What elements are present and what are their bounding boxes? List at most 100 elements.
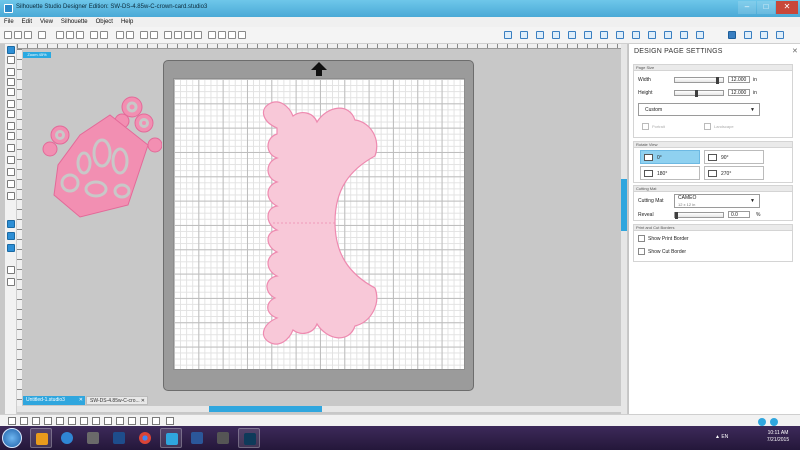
clock[interactable]: 10:11 AM 7/21/2015	[758, 430, 798, 444]
horizontal-scroll-thumb[interactable]	[209, 406, 322, 412]
shapes-icon[interactable]	[552, 31, 560, 39]
zoom-out-icon[interactable]	[174, 31, 182, 39]
cut-settings-icon[interactable]	[520, 31, 528, 39]
line-panel-icon[interactable]	[600, 31, 608, 39]
minimize-button[interactable]: –	[738, 1, 756, 14]
paste-icon[interactable]	[76, 31, 84, 39]
offset-icon[interactable]	[664, 31, 672, 39]
tab-close-icon[interactable]: ✕	[141, 397, 145, 406]
width-input[interactable]: 12.000	[728, 76, 750, 83]
maximize-button[interactable]: □	[757, 1, 775, 14]
compound-icon[interactable]	[80, 417, 88, 425]
panel-settings-icon[interactable]	[758, 418, 766, 426]
line-tool-icon[interactable]	[7, 68, 15, 76]
taskbar-app[interactable]	[108, 428, 130, 448]
duplicate-icon[interactable]	[20, 417, 28, 425]
library-icon[interactable]	[696, 31, 704, 39]
hand-icon[interactable]	[150, 31, 158, 39]
width-slider-knob[interactable]	[716, 77, 719, 84]
cut-panel-icon[interactable]	[776, 31, 784, 39]
taskbar-silhouette[interactable]	[160, 428, 182, 448]
more-icon[interactable]	[152, 417, 160, 425]
zoom-select-icon[interactable]	[184, 31, 192, 39]
line-style-icon[interactable]	[228, 31, 236, 39]
menu-object[interactable]: Object	[96, 19, 113, 25]
print-icon[interactable]	[38, 31, 46, 39]
crown-design[interactable]	[40, 95, 162, 220]
rotate-180-option[interactable]: 180°	[640, 166, 700, 180]
redo-icon[interactable]	[100, 31, 108, 39]
eraser-tool-icon[interactable]	[7, 156, 15, 164]
replicate-icon[interactable]	[632, 31, 640, 39]
preview-toggle-icon[interactable]	[7, 278, 15, 286]
tab-untitled[interactable]: Untitled-1.studio3 ✕	[23, 396, 85, 405]
zoom-in-icon[interactable]	[164, 31, 172, 39]
open-icon[interactable]	[14, 31, 22, 39]
library-tool-icon[interactable]	[7, 220, 15, 228]
group-icon[interactable]	[116, 31, 124, 39]
lock-icon[interactable]	[116, 417, 124, 425]
store-icon[interactable]	[744, 31, 752, 39]
landscape-option[interactable]: Landscape	[702, 121, 760, 133]
history-icon[interactable]	[166, 417, 174, 425]
rotate-icon[interactable]	[44, 417, 52, 425]
settings-icon[interactable]	[140, 417, 148, 425]
eyedropper-tool-icon[interactable]	[7, 192, 15, 200]
delete-icon[interactable]	[32, 417, 40, 425]
rotate-270-option[interactable]: 270°	[704, 166, 764, 180]
panel-help-icon[interactable]	[770, 418, 778, 426]
height-input[interactable]: 12.000	[728, 89, 750, 96]
taskbar-word[interactable]	[186, 428, 208, 448]
modify-icon[interactable]	[648, 31, 656, 39]
vertical-scrollbar[interactable]	[621, 44, 627, 414]
system-tray[interactable]: ▲ EN	[715, 434, 728, 440]
menu-edit[interactable]: Edit	[22, 19, 32, 25]
text-style-icon[interactable]	[568, 31, 576, 39]
cutting-mat-dropdown[interactable]: CAMEO 12 x 12 in ▼	[674, 194, 760, 208]
fill-panel-icon[interactable]	[584, 31, 592, 39]
knife-tool-icon[interactable]	[7, 180, 15, 188]
reveal-slider-knob[interactable]	[675, 212, 678, 219]
mirror-icon[interactable]	[56, 417, 64, 425]
menu-view[interactable]: View	[40, 19, 53, 25]
close-button[interactable]: ✕	[776, 1, 798, 14]
page-settings-icon[interactable]	[504, 31, 512, 39]
send-icon[interactable]	[760, 31, 768, 39]
edit-points-icon[interactable]	[7, 56, 15, 64]
cut-icon[interactable]	[56, 31, 64, 39]
arrange-icon[interactable]	[104, 417, 112, 425]
text-tool-icon[interactable]	[7, 168, 15, 176]
cloud-tool-icon[interactable]	[7, 244, 15, 252]
start-button[interactable]	[2, 428, 22, 448]
save-icon[interactable]	[24, 31, 32, 39]
undo-icon[interactable]	[90, 31, 98, 39]
menu-file[interactable]: File	[4, 19, 14, 25]
register-icon[interactable]	[536, 31, 544, 39]
store-tool-icon[interactable]	[7, 232, 15, 240]
taskbar-vault[interactable]	[212, 428, 234, 448]
taskbar-metro[interactable]	[82, 428, 104, 448]
show-print-border-checkbox[interactable]	[638, 235, 645, 242]
tab-crown-card[interactable]: SW-DS-4.85w-C-cro... ✕	[86, 396, 148, 405]
show-cut-border-checkbox[interactable]	[638, 248, 645, 255]
taskbar-photoshop[interactable]	[238, 428, 260, 448]
horizontal-scrollbar[interactable]	[17, 406, 621, 412]
vertical-scroll-thumb[interactable]	[621, 179, 627, 231]
copy-icon[interactable]	[66, 31, 74, 39]
release-icon[interactable]	[92, 417, 100, 425]
design-page-icon[interactable]	[728, 31, 736, 39]
curve-tool-icon[interactable]	[7, 88, 15, 96]
fill-icon[interactable]	[208, 31, 216, 39]
transform-icon[interactable]	[616, 31, 624, 39]
taskbar-chrome[interactable]	[134, 428, 156, 448]
ellipse-tool-icon[interactable]	[7, 110, 15, 118]
polygon-tool-icon[interactable]	[7, 78, 15, 86]
freehand-tool-icon[interactable]	[7, 132, 15, 140]
weld-icon[interactable]	[68, 417, 76, 425]
trace-icon[interactable]	[680, 31, 688, 39]
tab-close-icon[interactable]: ✕	[79, 396, 83, 405]
rotate-90-option[interactable]: 90°	[704, 150, 764, 164]
pointer-icon[interactable]	[140, 31, 148, 39]
panel-close-icon[interactable]: ✕	[792, 47, 798, 55]
taskbar-internet-explorer[interactable]	[56, 428, 78, 448]
